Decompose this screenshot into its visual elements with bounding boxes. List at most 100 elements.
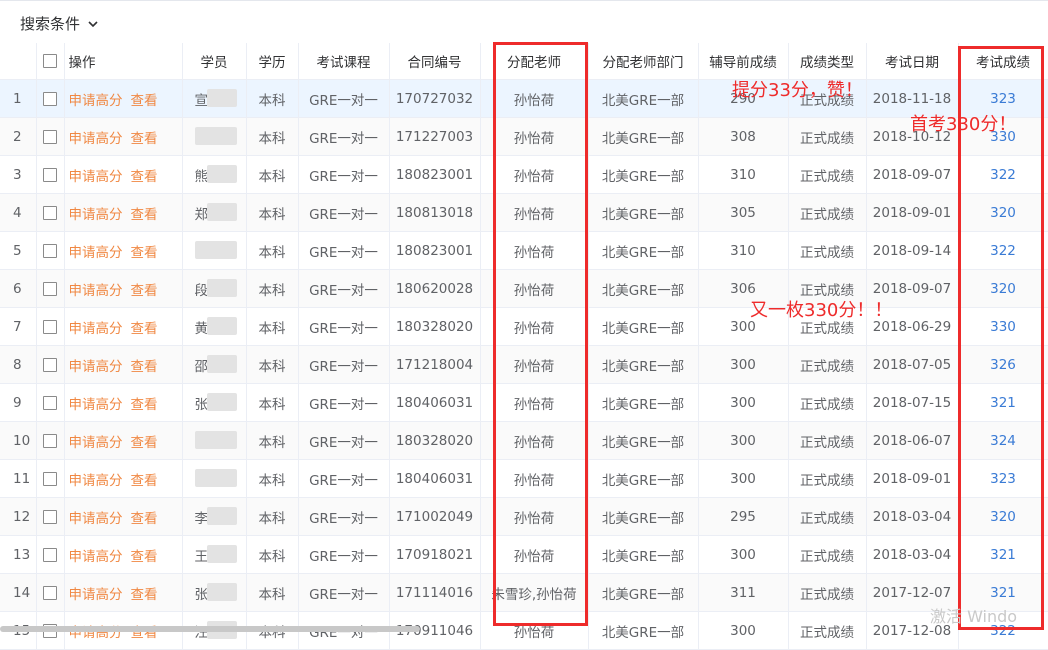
table-row[interactable]: 13 申请高分 查看王本科 GRE一对一 170918021 孙怡荷 北美GRE一部 300 正… [0, 535, 1048, 574]
prescore-cell: 300 [698, 459, 789, 498]
apply-high-score-link[interactable]: 申请高分 [69, 359, 123, 375]
row-actions: 申请高分 查看 [64, 535, 183, 574]
table-row[interactable]: 9 申请高分 查看张本科 GRE一对一 180406031 孙怡荷 北美GRE一部 300 正式… [0, 383, 1048, 422]
row-select-cell [36, 459, 65, 498]
view-link[interactable]: 查看 [131, 131, 158, 147]
table-row[interactable]: 14 申请高分 查看张本科 GRE一对一 171114016 朱雪珍,孙怡荷 北美GRE一部… [0, 573, 1048, 612]
view-link[interactable]: 查看 [131, 283, 158, 299]
apply-high-score-link[interactable]: 申请高分 [69, 473, 123, 489]
table-row[interactable]: 8 申请高分 查看邵本科 GRE一对一 171218004 孙怡荷 北美GRE一部 300 正式… [0, 345, 1048, 384]
row-index: 1 [0, 79, 37, 118]
row-checkbox[interactable] [43, 585, 57, 600]
course-cell: GRE一对一 [298, 193, 390, 232]
teacher-cell: 孙怡荷 [480, 459, 589, 498]
dept-cell: 北美GRE一部 [588, 231, 699, 270]
select-all-header [36, 43, 65, 80]
score-cell: 324 [958, 421, 1048, 460]
apply-high-score-link[interactable]: 申请高分 [69, 587, 123, 603]
view-link[interactable]: 查看 [131, 169, 158, 185]
search-conditions-toggle[interactable]: 搜索条件 [20, 13, 98, 34]
row-checkbox[interactable] [43, 433, 57, 448]
view-link[interactable]: 查看 [131, 93, 158, 109]
score-link[interactable]: 322 [990, 167, 1016, 183]
table-row[interactable]: 10 申请高分 查看 本科 GRE一对一 180328020 孙怡荷 北美GRE一部 300 正式… [0, 421, 1048, 460]
horizontal-scrollbar[interactable] [0, 626, 420, 632]
table-row[interactable]: 11 申请高分 查看 本科 GRE一对一 180406031 孙怡荷 北美GRE一部 300 正式… [0, 459, 1048, 498]
student-name: 宣 [194, 92, 209, 109]
view-link[interactable]: 查看 [131, 321, 158, 337]
view-link[interactable]: 查看 [131, 473, 158, 489]
contract-cell: 171114016 [389, 573, 481, 612]
contract-cell: 180813018 [389, 193, 481, 232]
apply-high-score-link[interactable]: 申请高分 [69, 131, 123, 147]
row-select-cell [36, 79, 65, 118]
table-row[interactable]: 2 申请高分 查看 本科 GRE一对一 171227003 孙怡荷 北美GRE一部 308 正式成… [0, 117, 1048, 156]
score-link[interactable]: 321 [990, 395, 1016, 411]
score-link[interactable]: 321 [990, 547, 1016, 563]
row-actions: 申请高分 查看 [64, 383, 183, 422]
view-link[interactable]: 查看 [131, 549, 158, 565]
scores-table: 操作 学员 学历 考试课程 合同编号 分配老师 分配老师部门 辅导前成绩 成绩类… [0, 43, 1048, 650]
row-checkbox[interactable] [43, 243, 57, 258]
table-row[interactable]: 3 申请高分 查看熊本科 GRE一对一 180823001 孙怡荷 北美GRE一部 310 正式… [0, 155, 1048, 194]
score-link[interactable]: 323 [990, 91, 1016, 107]
score-link[interactable]: 326 [990, 357, 1016, 373]
row-checkbox[interactable] [43, 395, 57, 410]
view-link[interactable]: 查看 [131, 587, 158, 603]
apply-high-score-link[interactable]: 申请高分 [69, 93, 123, 109]
row-checkbox[interactable] [43, 471, 57, 486]
table-row[interactable]: 1 申请高分 查看宣本科 GRE一对一 170727032 孙怡荷 北美GRE一部 290 正式… [0, 79, 1048, 118]
degree-cell: 本科 [246, 155, 299, 194]
student-cell [182, 231, 247, 270]
table-row[interactable]: 5 申请高分 查看 本科 GRE一对一 180823001 孙怡荷 北美GRE一部 310 正式成… [0, 231, 1048, 270]
select-all-checkbox[interactable] [43, 54, 57, 68]
apply-high-score-link[interactable]: 申请高分 [69, 435, 123, 451]
view-link[interactable]: 查看 [131, 435, 158, 451]
score-link[interactable]: 322 [990, 243, 1016, 259]
score-link[interactable]: 324 [990, 433, 1016, 449]
row-checkbox[interactable] [43, 281, 57, 296]
apply-high-score-link[interactable]: 申请高分 [69, 245, 123, 261]
dept-cell: 北美GRE一部 [588, 345, 699, 384]
view-link[interactable]: 查看 [131, 245, 158, 261]
degree-header: 学历 [246, 43, 299, 80]
row-checkbox[interactable] [43, 319, 57, 334]
activation-watermark: 激活 Windo [930, 607, 1018, 626]
score-link[interactable]: 320 [990, 509, 1016, 525]
view-link[interactable]: 查看 [131, 397, 158, 413]
row-checkbox[interactable] [43, 547, 57, 562]
score-link[interactable]: 321 [990, 585, 1016, 601]
row-index: 13 [0, 535, 37, 574]
view-link[interactable]: 查看 [131, 359, 158, 375]
apply-high-score-link[interactable]: 申请高分 [69, 511, 123, 527]
score-link[interactable]: 323 [990, 471, 1016, 487]
teacher-cell: 孙怡荷 [480, 497, 589, 536]
apply-high-score-link[interactable]: 申请高分 [69, 283, 123, 299]
row-checkbox[interactable] [43, 357, 57, 372]
teacher-cell: 孙怡荷 [480, 421, 589, 460]
table-row[interactable]: 12 申请高分 查看李本科 GRE一对一 171002049 孙怡荷 北美GRE一部 295 正… [0, 497, 1048, 536]
row-checkbox[interactable] [43, 129, 57, 144]
apply-high-score-link[interactable]: 申请高分 [69, 207, 123, 223]
scoretype-cell: 正式成绩 [788, 611, 867, 650]
score-link[interactable]: 320 [990, 281, 1016, 297]
score-link[interactable]: 330 [990, 319, 1016, 335]
teacher-cell: 孙怡荷 [480, 155, 589, 194]
apply-high-score-link[interactable]: 申请高分 [69, 169, 123, 185]
row-checkbox[interactable] [43, 91, 57, 106]
course-header: 考试课程 [298, 43, 390, 80]
view-link[interactable]: 查看 [131, 207, 158, 223]
prescore-header: 辅导前成绩 [698, 43, 789, 80]
scoretype-cell: 正式成绩 [788, 535, 867, 574]
apply-high-score-link[interactable]: 申请高分 [69, 321, 123, 337]
apply-high-score-link[interactable]: 申请高分 [69, 397, 123, 413]
apply-high-score-link[interactable]: 申请高分 [69, 549, 123, 565]
table-row[interactable]: 4 申请高分 查看郑本科 GRE一对一 180813018 孙怡荷 北美GRE一部 305 正式… [0, 193, 1048, 232]
row-checkbox[interactable] [43, 509, 57, 524]
row-checkbox[interactable] [43, 205, 57, 220]
score-link[interactable]: 320 [990, 205, 1016, 221]
view-link[interactable]: 查看 [131, 511, 158, 527]
row-index: 11 [0, 459, 37, 498]
row-actions: 申请高分 查看 [64, 79, 183, 118]
row-checkbox[interactable] [43, 167, 57, 182]
